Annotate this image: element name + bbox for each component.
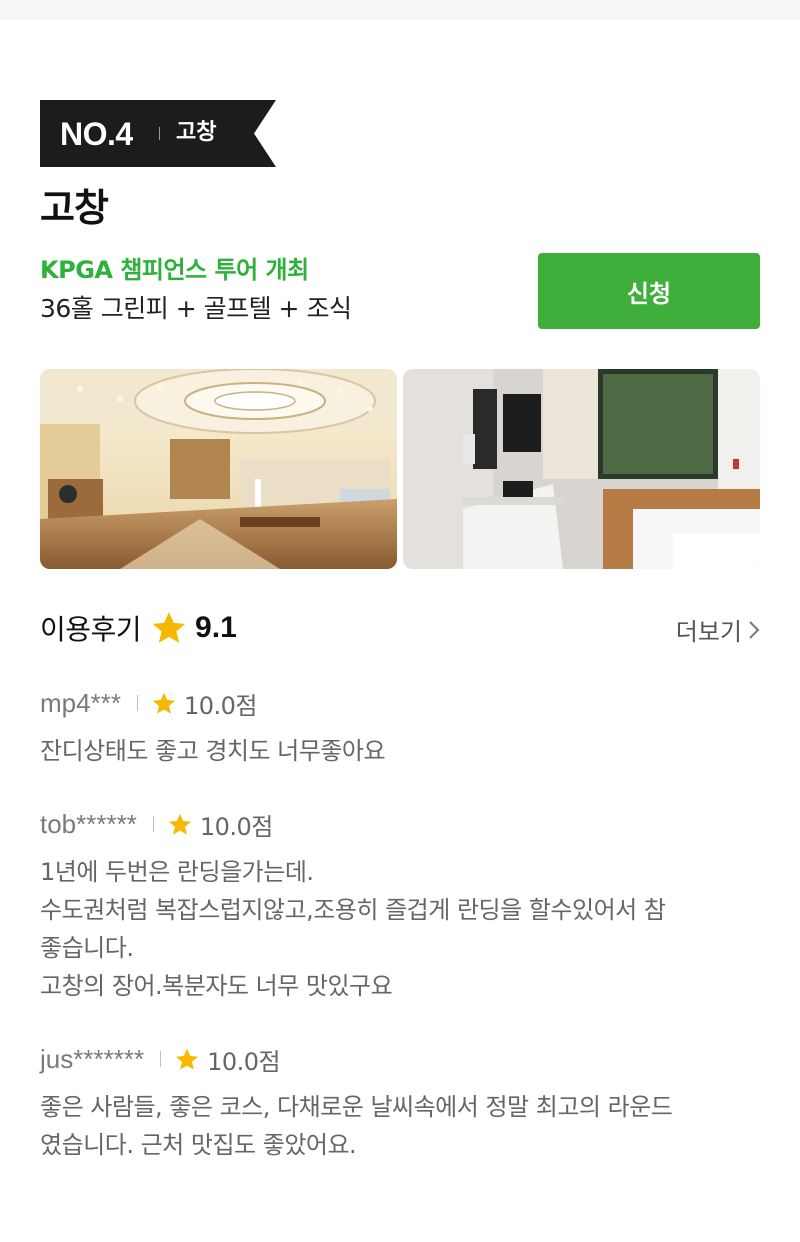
- star-icon: [152, 612, 186, 643]
- clubhouse-lobby-photo[interactable]: [40, 369, 397, 569]
- star-icon: [152, 692, 175, 714]
- more-reviews-link[interactable]: 더보기: [676, 612, 760, 647]
- review-meta: jus******* 10.0점: [40, 1042, 760, 1076]
- star-icon: [176, 1048, 199, 1070]
- top-status-bar: [0, 0, 800, 20]
- more-reviews-label: 더보기: [675, 618, 742, 646]
- review-text: 좋은 사람들, 좋은 코스, 다채로운 날씨속에서 정말 최고의 라운드 였습니…: [40, 1093, 673, 1159]
- review-meta: mp4*** 10.0점: [40, 686, 760, 720]
- review-meta: tob****** 10.0점: [40, 807, 760, 841]
- review-text: 잔디상태도 좋고 경치도 너무좋아요: [40, 737, 386, 765]
- reviews-header: 이용후기 9.1: [40, 604, 237, 652]
- review-author: tob******: [40, 808, 137, 839]
- review-rating: 10.0점: [183, 691, 258, 720]
- review-item: mp4*** 10.0점 잔디상태도 좋고 경치도 너무좋아요: [40, 686, 760, 770]
- review-text: 1년에 두번은 란딩을가는데. 수도권처럼 복잡스럽지않고,조용히 즐겁게 란딩…: [40, 858, 666, 1000]
- meta-divider: [152, 816, 154, 832]
- rank-tag: NO.4 고창: [40, 100, 276, 167]
- review-item: tob****** 10.0점 1년에 두번은 란딩을가는데. 수도권처럼 복잡…: [40, 807, 760, 1005]
- meta-divider: [160, 1051, 162, 1067]
- course-package: 36홀 그린피 + 골프텔 + 조식: [40, 294, 352, 323]
- review-rating: 10.0점: [207, 1047, 281, 1076]
- chevron-right-icon: [749, 620, 760, 639]
- apply-button[interactable]: 신청: [538, 253, 760, 329]
- review-item: jus******* 10.0점 좋은 사람들, 좋은 코스, 다채로운 날씨속…: [40, 1042, 760, 1164]
- star-icon: [168, 813, 191, 835]
- rank-divider: [159, 127, 160, 140]
- review-rating: 10.0점: [199, 812, 274, 841]
- reviews-average-score: 9.1: [195, 611, 237, 644]
- course-highlight: KPGA 챔피언스 투어 개최: [40, 256, 309, 284]
- course-title: 고창: [40, 186, 109, 230]
- review-author: jus*******: [40, 1043, 145, 1074]
- golftel-room-photo[interactable]: [403, 369, 760, 569]
- rank-region: 고창: [176, 120, 217, 145]
- rank-number: NO.4: [60, 116, 133, 152]
- meta-divider: [136, 695, 138, 711]
- reviews-label: 이용후기: [40, 613, 142, 646]
- review-author: mp4***: [40, 687, 121, 718]
